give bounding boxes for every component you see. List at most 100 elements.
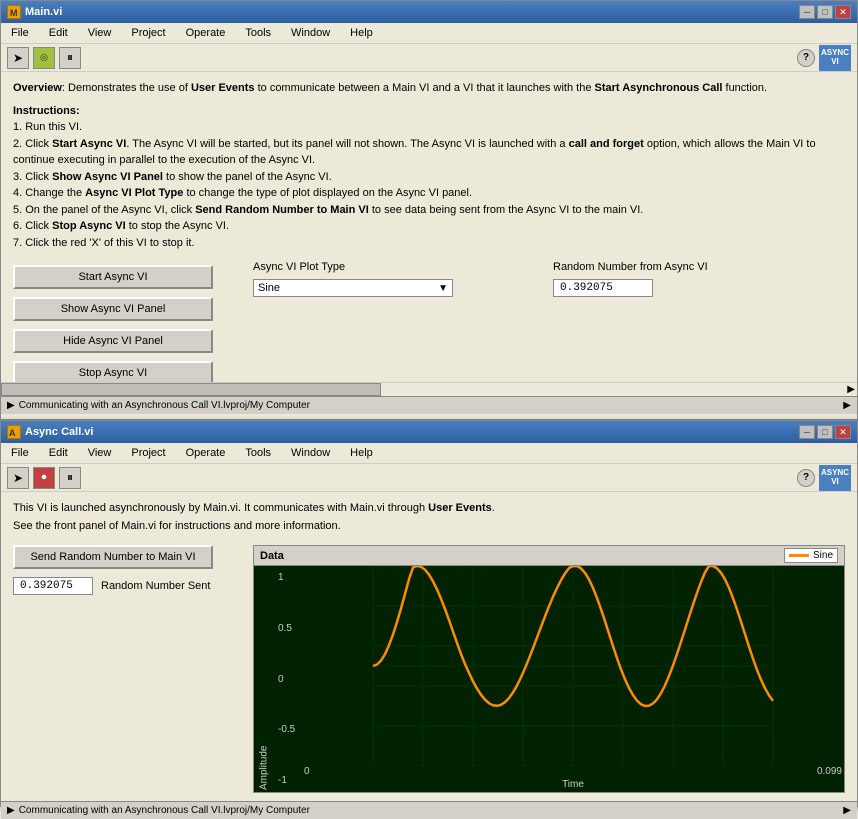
async-help-button[interactable]: ?: [797, 469, 815, 487]
y-tick-3: 0: [278, 674, 298, 685]
main-title-controls: ─ □ ✕: [799, 5, 851, 19]
dropdown-arrow-icon: ▼: [438, 283, 448, 294]
chart-header: Data Sine: [254, 546, 844, 566]
main-menu-help[interactable]: Help: [344, 25, 379, 41]
async-main-row: Send Random Number to Main VI 0.392075 R…: [13, 545, 845, 793]
random-num-group: Random Number from Async VI 0.392075: [553, 261, 708, 382]
async-menu-edit[interactable]: Edit: [43, 445, 74, 461]
y-tick-labels: 1 0.5 0 -0.5 -1: [274, 566, 302, 792]
svg-text:A: A: [9, 428, 16, 438]
x-tick-labels: 0 0.099: [302, 766, 844, 777]
x-tick-min: 0: [304, 766, 310, 777]
status-scroll-right[interactable]: ▶: [843, 400, 851, 411]
x-axis-label: Time: [302, 777, 844, 792]
plot-type-label: Async VI Plot Type: [253, 261, 453, 273]
main-menu-edit[interactable]: Edit: [43, 25, 74, 41]
async-menu-file[interactable]: File: [5, 445, 35, 461]
async-arrow-tool[interactable]: ➤: [7, 467, 29, 489]
async-menu-bar: File Edit View Project Operate Tools Win…: [1, 443, 857, 464]
start-async-button[interactable]: Start Async VI: [13, 265, 213, 289]
chart-legend-label: Sine: [813, 550, 833, 561]
async-close-button[interactable]: ✕: [835, 425, 851, 439]
async-record-button[interactable]: ⏺: [33, 467, 55, 489]
async-menu-tools[interactable]: Tools: [239, 445, 277, 461]
main-arrow-tool[interactable]: ➤: [7, 47, 29, 69]
async-pause-button[interactable]: ⏸: [59, 467, 81, 489]
main-content: Overview: Demonstrates the use of User E…: [1, 72, 857, 382]
overview-rest1: to communicate between a Main VI and a V…: [255, 82, 595, 94]
main-status-text: Communicating with an Asynchronous Call …: [19, 400, 310, 411]
instr-7: 7. Click the red 'X' of this VI to stop …: [13, 237, 195, 249]
async-minimize-button[interactable]: ─: [799, 425, 815, 439]
x-tick-max: 0.099: [817, 766, 842, 777]
chart-title: Data: [260, 550, 284, 562]
sent-label: Random Number Sent: [101, 580, 210, 592]
main-status-bar: ▶ Communicating with an Asynchronous Cal…: [1, 396, 857, 414]
y-tick-1: 1: [278, 572, 298, 583]
instructions-heading: Instructions:: [13, 105, 80, 117]
main-window: M Main.vi ─ □ ✕ File Edit View Project O…: [0, 0, 858, 420]
async-menu-view[interactable]: View: [82, 445, 118, 461]
main-close-button[interactable]: ✕: [835, 5, 851, 19]
main-maximize-button[interactable]: □: [817, 5, 833, 19]
overview-start-async: Start Asynchronous Call: [595, 82, 723, 94]
num-row: 0.392075 Random Number Sent: [13, 577, 233, 595]
main-title-bar: M Main.vi ─ □ ✕: [1, 1, 857, 23]
async-title-icon: A: [7, 425, 21, 439]
main-scroll-thumb[interactable]: [1, 383, 381, 396]
main-menu-tools[interactable]: Tools: [239, 25, 277, 41]
instr-1: 1. Run this VI.: [13, 121, 82, 133]
main-title-icon: M: [7, 5, 21, 19]
chart-legend: Sine: [784, 548, 838, 563]
main-menu-operate[interactable]: Operate: [180, 25, 232, 41]
async-desc2: .: [492, 502, 495, 514]
plot-type-value: Sine: [258, 282, 280, 294]
main-minimize-button[interactable]: ─: [799, 5, 815, 19]
async-title-controls: ─ □ ✕: [799, 425, 851, 439]
async-toolbar: ➤ ⏺ ⏸ ? ASYNCVI: [1, 464, 857, 492]
plot-type-dropdown[interactable]: Sine ▼: [253, 279, 453, 297]
instr-4: 4. Change the Async VI Plot Type to chan…: [13, 187, 472, 199]
scroll-right-arrow[interactable]: ▶: [847, 384, 855, 395]
main-menu-window[interactable]: Window: [285, 25, 336, 41]
show-panel-button[interactable]: Show Async VI Panel: [13, 297, 213, 321]
main-menu-project[interactable]: Project: [125, 25, 171, 41]
main-menu-bar: File Edit View Project Operate Tools Win…: [1, 23, 857, 44]
async-menu-operate[interactable]: Operate: [180, 445, 232, 461]
async-menu-project[interactable]: Project: [125, 445, 171, 461]
async-title-bar: A Async Call.vi ─ □ ✕: [1, 421, 857, 443]
stop-async-button[interactable]: Stop Async VI: [13, 361, 213, 382]
y-tick-5: -1: [278, 775, 298, 786]
main-controls-area: Start Async VI Show Async VI Panel Hide …: [13, 261, 845, 382]
overview-rest2: function.: [722, 82, 767, 94]
sent-num-display: 0.392075: [13, 577, 93, 595]
hide-panel-button[interactable]: Hide Async VI Panel: [13, 329, 213, 353]
async-menu-help[interactable]: Help: [344, 445, 379, 461]
async-left-panel: Send Random Number to Main VI 0.392075 R…: [13, 545, 233, 793]
y-tick-2: 0.5: [278, 623, 298, 634]
main-toolbar: ➤ ◎ ⏸ ? ASYNCVI: [1, 44, 857, 72]
main-run-indicator: ◎: [33, 47, 55, 69]
async-maximize-button[interactable]: □: [817, 425, 833, 439]
main-vi-badge: ASYNCVI: [819, 45, 851, 71]
async-menu-window[interactable]: Window: [285, 445, 336, 461]
main-scrollbar[interactable]: ▶: [1, 382, 857, 396]
main-pause-button[interactable]: ⏸: [59, 47, 81, 69]
main-menu-view[interactable]: View: [82, 25, 118, 41]
chart-svg-container: 0 0.099 Time: [302, 566, 844, 792]
instr-3: 3. Click Show Async VI Panel to show the…: [13, 171, 332, 183]
async-window: A Async Call.vi ─ □ ✕ File Edit View Pro…: [0, 420, 858, 807]
main-instructions: Instructions: 1. Run this VI. 2. Click S…: [13, 103, 845, 252]
send-random-button[interactable]: Send Random Number to Main VI: [13, 545, 213, 569]
y-axis-label: Amplitude: [254, 566, 274, 792]
main-overview: Overview: Demonstrates the use of User E…: [13, 80, 845, 97]
instr-6: 6. Click Stop Async VI to stop the Async…: [13, 220, 229, 232]
main-menu-file[interactable]: File: [5, 25, 35, 41]
async-desc-bold: User Events: [428, 502, 492, 514]
status-arrow-icon: ▶: [7, 400, 15, 411]
async-description: This VI is launched asynchronously by Ma…: [13, 500, 845, 535]
async-content: This VI is launched asynchronously by Ma…: [1, 492, 857, 801]
instr-5: 5. On the panel of the Async VI, click S…: [13, 204, 643, 216]
main-help-button[interactable]: ?: [797, 49, 815, 67]
async-title-text: Async Call.vi: [25, 426, 93, 438]
